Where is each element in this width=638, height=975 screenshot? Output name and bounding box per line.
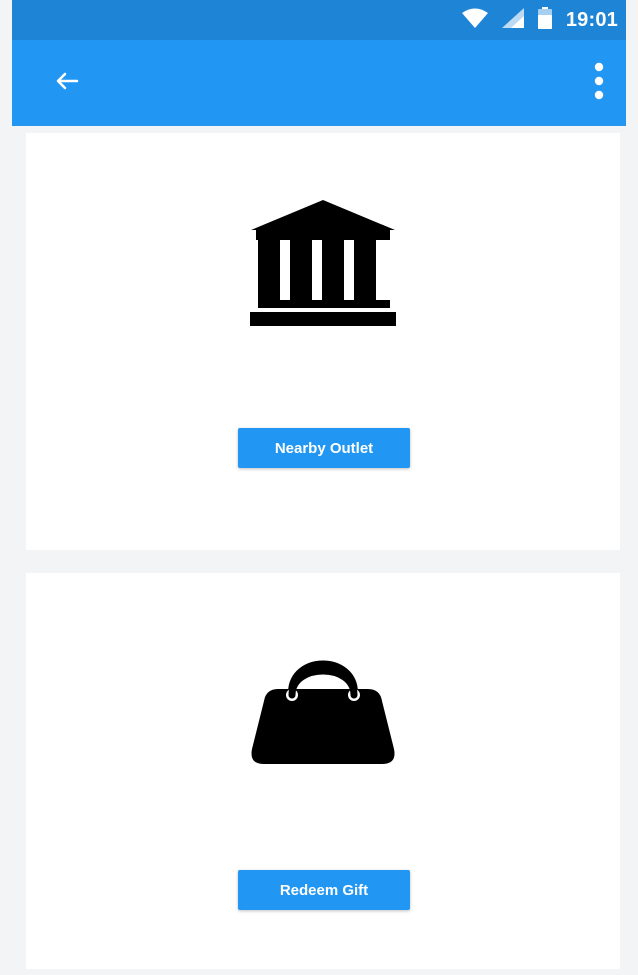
app-bar [12, 40, 626, 126]
redeem-gift-card: Redeem Gift [26, 573, 620, 969]
more-options-button[interactable] [586, 60, 612, 106]
status-icons: 19:01 [461, 0, 618, 40]
nearby-outlet-button[interactable]: Nearby Outlet [238, 428, 410, 468]
bank-icon [248, 200, 398, 326]
more-vert-icon [594, 61, 604, 106]
nearby-outlet-card: Nearby Outlet [26, 133, 620, 550]
status-time: 19:01 [565, 8, 618, 31]
back-button[interactable] [48, 68, 86, 98]
redeem-gift-button[interactable]: Redeem Gift [238, 870, 410, 910]
wifi-icon [461, 8, 488, 33]
signal-icon [501, 7, 524, 33]
shopping-bag-icon [248, 649, 398, 764]
back-arrow-icon [55, 71, 79, 96]
battery-icon [537, 6, 552, 34]
status-bar: 19:01 [12, 0, 626, 40]
